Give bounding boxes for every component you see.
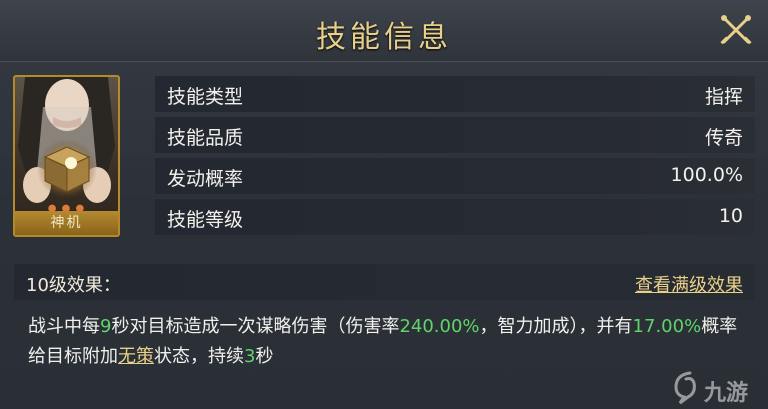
skill-attributes: 技能类型 指挥 技能品质 传奇 发动概率 100.0% 技能等级 10 <box>155 76 755 240</box>
desc-value-damage-rate: 240.00% <box>399 316 480 337</box>
attribute-label: 技能品质 <box>167 127 244 149</box>
skill-card[interactable]: ● ● ● 神机 <box>13 75 120 237</box>
attribute-label: 技能类型 <box>167 86 244 108</box>
attribute-row-type: 技能类型 指挥 <box>155 76 755 112</box>
attribute-label: 发动概率 <box>167 168 244 190</box>
attribute-label: 技能等级 <box>167 209 244 231</box>
attribute-row-trigger-rate: 发动概率 100.0% <box>155 158 755 194</box>
attribute-value: 10 <box>718 205 743 227</box>
desc-value-duration: 3 <box>244 346 256 367</box>
attribute-value: 指挥 <box>704 86 743 108</box>
desc-text: 战斗中每 <box>28 316 100 337</box>
desc-text: 状态，持续 <box>154 346 244 367</box>
card-skill-name: 神机 <box>15 211 118 235</box>
close-button[interactable] <box>718 12 754 48</box>
desc-text: 秒对目标造成一次谋略伤害（伤害率 <box>111 316 400 337</box>
status-effect-link[interactable]: 无策 <box>118 346 154 367</box>
attribute-row-level: 技能等级 10 <box>155 199 755 235</box>
effect-level-label: 10级效果： <box>26 275 121 296</box>
desc-text: ，智力加成），并有 <box>479 316 633 337</box>
skill-info-panel: 技能信息 ● ● ● 神机 技能类型 指挥 技能品质 传奇 发动概率 100.0… <box>0 0 768 409</box>
desc-value-chance: 17.00% <box>632 316 702 337</box>
desc-text: 秒 <box>255 346 274 367</box>
effect-header: 10级效果： 查看满级效果 <box>14 264 755 300</box>
desc-value-interval: 9 <box>100 316 112 337</box>
title-bar: 技能信息 <box>0 0 768 62</box>
attribute-value: 100.0% <box>670 164 743 186</box>
panel-title: 技能信息 <box>316 20 452 55</box>
watermark-text: 九游 <box>704 381 749 406</box>
attribute-value: 传奇 <box>704 127 743 149</box>
watermark-logo-icon <box>674 371 696 405</box>
view-max-level-effect-link[interactable]: 查看满级效果 <box>635 271 743 297</box>
watermark: 九游 <box>670 371 762 407</box>
close-crossed-swords-icon <box>720 15 752 45</box>
effect-description: 战斗中每9秒对目标造成一次谋略伤害（伤害率240.00%，智力加成），并有17.… <box>28 312 748 372</box>
attribute-row-quality: 技能品质 传奇 <box>155 117 755 153</box>
